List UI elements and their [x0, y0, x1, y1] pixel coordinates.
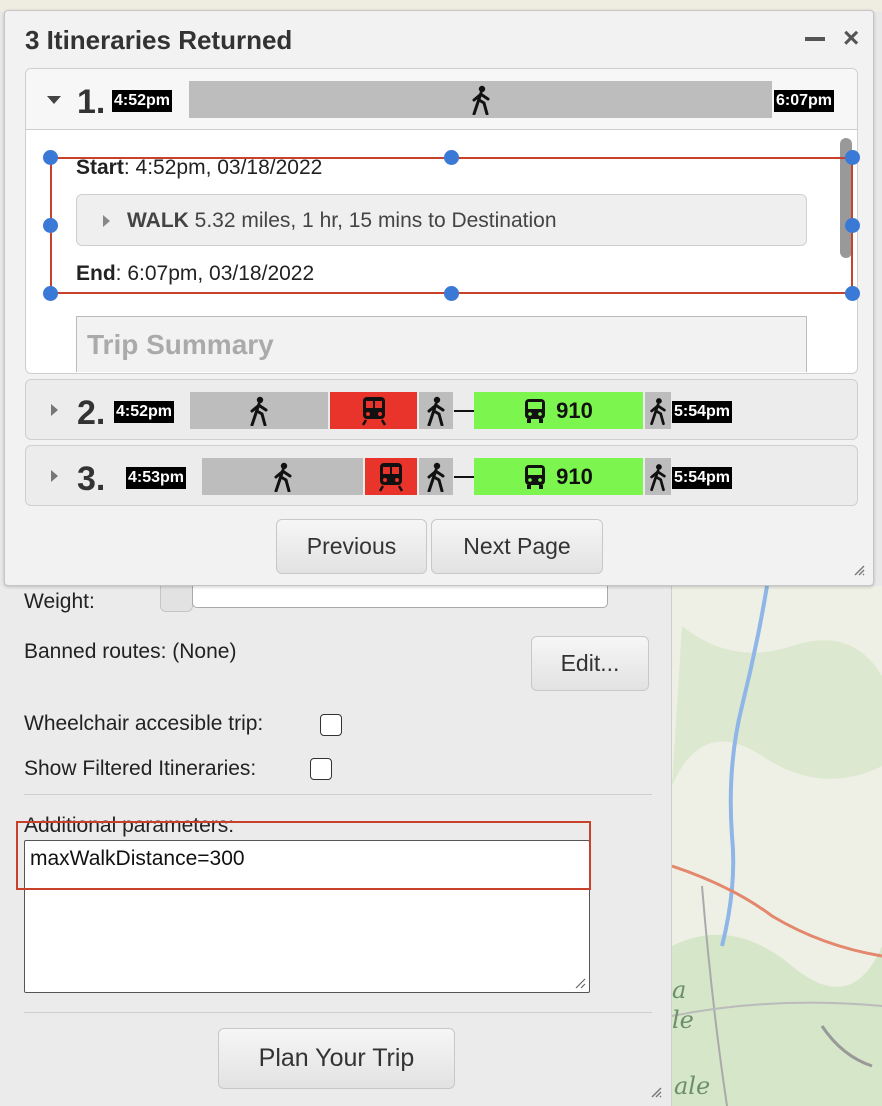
caret-down-icon[interactable] — [47, 96, 61, 104]
divider — [24, 1012, 652, 1013]
dialog-resize-icon[interactable] — [853, 564, 865, 576]
wheelchair-checkbox[interactable] — [320, 714, 342, 736]
bus-leg[interactable]: 910 — [474, 392, 643, 429]
resize-handle[interactable] — [43, 150, 58, 165]
walk-leg[interactable] — [190, 392, 328, 429]
resize-handle[interactable] — [444, 150, 459, 165]
bus-icon — [524, 398, 546, 424]
end-time-tag: 5:54pm — [672, 401, 733, 423]
walk-leg[interactable] — [189, 81, 772, 118]
banned-routes-label: Banned routes: (None) — [24, 640, 237, 663]
next-page-button[interactable]: Next Page — [431, 519, 603, 574]
walk-leg[interactable] — [645, 458, 671, 495]
plan-trip-button[interactable]: Plan Your Trip — [218, 1028, 455, 1089]
map-place-label: a — [672, 976, 687, 1004]
weight-slider[interactable] — [192, 586, 608, 608]
resize-handle[interactable] — [43, 218, 58, 233]
show-filtered-label: Show Filtered Itineraries: — [24, 757, 257, 780]
walk-icon — [248, 396, 270, 426]
walk-icon — [648, 462, 668, 492]
walk-leg[interactable] — [419, 458, 453, 495]
rail-leg[interactable] — [330, 392, 417, 429]
walk-leg[interactable] — [202, 458, 363, 495]
dialog-title: 3 Itineraries Returned — [25, 25, 293, 55]
end-time-tag: 5:54pm — [672, 467, 733, 489]
walk-icon — [648, 396, 668, 426]
caret-right-icon[interactable] — [51, 470, 58, 482]
walk-icon — [425, 462, 447, 492]
bus-route-number: 910 — [556, 463, 593, 489]
edit-banned-routes-button[interactable]: Edit... — [531, 636, 649, 691]
walk-icon — [470, 85, 492, 115]
itinerary-1-header[interactable]: 1. 4:52pm 6:07pm — [26, 69, 857, 129]
walk-leg[interactable] — [419, 392, 453, 429]
resize-handle[interactable] — [43, 286, 58, 301]
end-time-tag: 6:07pm — [774, 90, 835, 112]
additional-parameters-input[interactable]: maxWalkDistance=300 — [24, 840, 590, 993]
bus-leg[interactable]: 910 — [474, 458, 643, 495]
bus-route-number: 910 — [556, 397, 593, 423]
show-filtered-checkbox[interactable] — [310, 758, 332, 780]
map-view[interactable]: a le ale — [672, 586, 882, 1106]
itinerary-number: 1. — [77, 83, 106, 121]
walk-leg[interactable] — [645, 392, 671, 429]
train-icon — [378, 462, 404, 492]
itineraries-dialog: 3 Itineraries Returned × 1. 4:52pm 6:07p… — [4, 10, 874, 586]
resize-handle[interactable] — [845, 150, 860, 165]
resize-handle[interactable] — [845, 286, 860, 301]
additional-parameters-label: Additional parameters: — [24, 814, 235, 837]
itinerary-3[interactable]: 3. 4:53pm 910 5:54pm — [25, 445, 858, 506]
selection-box — [50, 157, 853, 294]
rail-leg[interactable] — [365, 458, 417, 495]
divider — [24, 794, 652, 795]
transfer-connector — [454, 410, 474, 412]
map-place-label: le — [672, 1006, 694, 1034]
start-time-tag: 4:52pm — [114, 401, 175, 423]
wheelchair-label: Wheelchair accesible trip: — [24, 712, 264, 735]
weight-slider-handle[interactable] — [160, 586, 193, 612]
start-time-tag: 4:53pm — [126, 467, 187, 489]
caret-right-icon[interactable] — [51, 404, 58, 416]
itinerary-number: 2. — [77, 394, 106, 432]
itinerary-2[interactable]: 2. 4:52pm 910 5:54pm — [25, 379, 858, 440]
resize-grip-icon[interactable] — [650, 1086, 662, 1098]
map-place-label: ale — [674, 1072, 711, 1100]
close-icon[interactable]: × — [843, 23, 859, 53]
start-time-tag: 4:52pm — [112, 90, 173, 112]
map-features — [672, 586, 882, 1106]
weight-label: Weight: — [24, 590, 95, 613]
textarea-resize-icon[interactable] — [574, 977, 586, 989]
train-icon — [361, 396, 387, 426]
walk-icon — [425, 396, 447, 426]
trip-summary-header[interactable]: Trip Summary — [76, 316, 807, 372]
itinerary-number: 3. — [77, 460, 106, 498]
walk-icon — [272, 462, 294, 492]
previous-page-button[interactable]: Previous — [276, 519, 427, 574]
minus-icon[interactable] — [805, 37, 825, 41]
resize-handle[interactable] — [845, 218, 860, 233]
bus-icon — [524, 464, 546, 490]
transfer-connector — [454, 476, 474, 478]
resize-handle[interactable] — [444, 286, 459, 301]
